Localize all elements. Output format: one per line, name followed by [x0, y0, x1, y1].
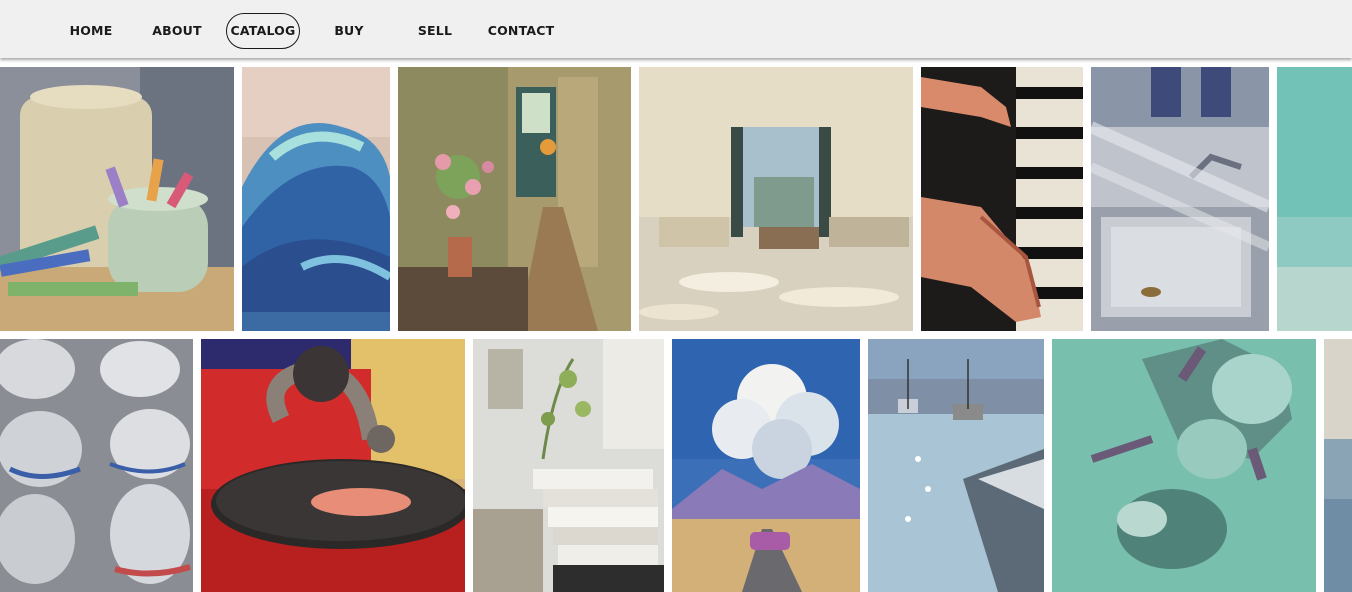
nav-sell-link[interactable]: SELL: [404, 13, 466, 49]
nav-catalog-link[interactable]: CATALOG: [226, 13, 300, 49]
artwork-teal-seascape[interactable]: [1277, 67, 1352, 331]
nav-home-link[interactable]: HOME: [60, 13, 122, 49]
catalog-gallery: [0, 0, 1352, 592]
artwork-still-life-crayons[interactable]: [0, 67, 234, 331]
artwork-books-plant[interactable]: [473, 339, 664, 592]
artwork-harbor-boats[interactable]: [868, 339, 1044, 592]
nav-about-link[interactable]: ABOUT: [146, 13, 208, 49]
artwork-cloud-road[interactable]: [672, 339, 860, 592]
nav-contact-link[interactable]: CONTACT: [484, 13, 558, 49]
artwork-sunlit-room[interactable]: [639, 67, 913, 331]
artwork-hands-lightbulbs[interactable]: [1052, 339, 1316, 592]
artwork-coastal-edge[interactable]: [1324, 339, 1352, 592]
artwork-hands-piano[interactable]: [921, 67, 1083, 331]
nav-buy-link[interactable]: BUY: [318, 13, 380, 49]
artwork-kitchen-sink[interactable]: [1091, 67, 1269, 331]
artwork-porcelain-bowls[interactable]: [0, 339, 193, 592]
artwork-ocean-wave[interactable]: [242, 67, 390, 331]
top-navigation: HOME ABOUT CATALOG BUY SELL CONTACT: [0, 0, 1352, 58]
artwork-hallway-flowers[interactable]: [398, 67, 631, 331]
artwork-red-gramophone[interactable]: [201, 339, 465, 592]
